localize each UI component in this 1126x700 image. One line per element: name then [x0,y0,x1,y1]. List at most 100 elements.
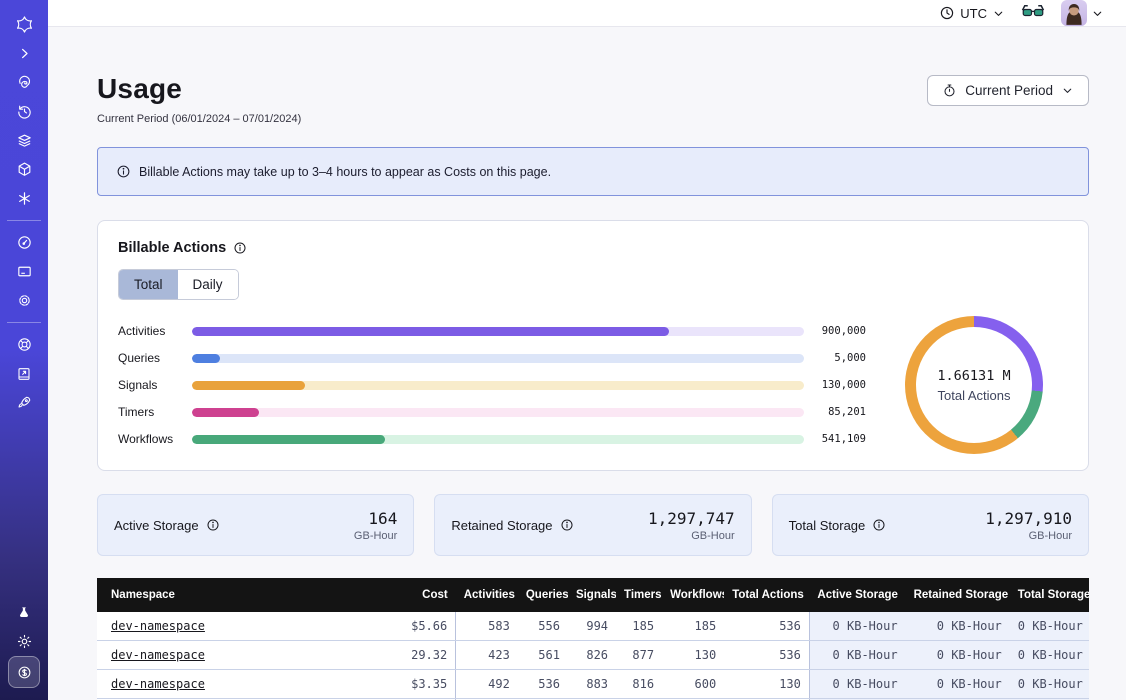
total-actions-donut: 1.66131 M Total Actions [905,316,1043,454]
bar-track [192,381,804,390]
total-storage-cell: 0 KB-Hour [1010,641,1089,670]
banner-text: Billable Actions may take up to 3–4 hour… [139,165,551,179]
queries-cell: 536 [518,670,568,699]
col-namespace: Namespace [97,578,378,612]
info-icon[interactable] [233,241,247,255]
table-row: dev-namespace $3.35 492 536 883 816 600 … [97,670,1089,699]
signals-cell: 826 [568,641,616,670]
info-icon[interactable] [560,518,574,532]
namespace-link[interactable]: dev-namespace [111,677,205,691]
feedback-glasses-button[interactable] [1021,3,1045,24]
bar-fill [192,381,305,390]
info-icon[interactable] [206,518,220,532]
table-row: dev-namespace $5.66 583 556 994 185 185 … [97,612,1089,641]
retained-storage-card: Retained Storage 1,297,747 GB-Hour [434,494,751,556]
col-workflows: Workflows [662,578,724,612]
queries-cell: 561 [518,641,568,670]
bar-label: Workflows [118,432,192,446]
storage-card-unit: GB-Hour [648,530,735,542]
page-subtitle: Current Period (06/01/2024 – 07/01/2024) [97,113,301,125]
chevron-down-icon [1061,84,1074,97]
total-storage-cell: 0 KB-Hour [1010,670,1089,699]
rocket-icon[interactable] [9,388,39,417]
col-queries: Queries [518,578,568,612]
flask-icon[interactable] [9,598,39,627]
active-storage-cell: 0 KB-Hour [809,670,905,699]
bar-fill [192,408,259,417]
info-icon [116,164,131,179]
bar-row-workflows: Workflows 541,109 [118,426,866,453]
bar-track [192,435,804,444]
storage-card-label: Active Storage [114,518,199,533]
retained-storage-cell: 0 KB-Hour [906,670,1010,699]
bar-row-signals: Signals 130,000 [118,372,866,399]
active-storage-cell: 0 KB-Hour [809,612,905,641]
period-button-label: Current Period [965,83,1053,98]
bar-row-timers: Timers 85,201 [118,399,866,426]
activities-cell: 423 [456,641,518,670]
tab-total[interactable]: Total [119,270,178,299]
credit-card-icon[interactable] [9,257,39,286]
table-row: dev-namespace 29.32 423 561 826 877 130 … [97,641,1089,670]
total-actions-cell: 536 [724,612,809,641]
col-cost: Cost [378,578,456,612]
timezone-selector[interactable]: UTC [939,5,1005,21]
dollar-coin-icon[interactable] [8,656,40,688]
donut-total-value: 1.66131 M [937,368,1010,384]
sidebar-divider [7,322,41,323]
namespace-link[interactable]: dev-namespace [111,619,205,633]
spiral-icon[interactable] [9,68,39,97]
asterisk-icon[interactable] [9,184,39,213]
namespace-link[interactable]: dev-namespace [111,648,205,662]
timezone-label: UTC [960,6,987,21]
info-banner: Billable Actions may take up to 3–4 hour… [97,147,1089,196]
billable-bar-chart: Activities 900,000 Queries 5,000 Signals… [118,318,880,453]
book-icon[interactable] [9,359,39,388]
activities-cell: 492 [456,670,518,699]
bar-label: Timers [118,405,192,419]
gauge-icon[interactable] [9,228,39,257]
bar-track [192,327,804,336]
col-active-storage: Active Storage [809,578,905,612]
bar-track [192,408,804,417]
activities-cell: 583 [456,612,518,641]
info-icon[interactable] [872,518,886,532]
retained-storage-cell: 0 KB-Hour [906,641,1010,670]
bar-fill [192,354,220,363]
workflows-cell: 185 [662,612,724,641]
billable-view-tabs: Total Daily [118,269,239,300]
workflows-cell: 600 [662,670,724,699]
timers-cell: 185 [616,612,662,641]
storage-card-label: Retained Storage [451,518,552,533]
retry-clock-icon[interactable] [9,97,39,126]
tab-daily[interactable]: Daily [178,270,238,299]
bar-label: Signals [118,378,192,392]
storage-card-unit: GB-Hour [354,530,397,542]
avatar [1061,0,1087,26]
cube-icon[interactable] [9,155,39,184]
period-selector-button[interactable]: Current Period [927,75,1089,106]
storage-card-value: 1,297,910 [985,509,1072,528]
signals-cell: 994 [568,612,616,641]
total-actions-cell: 130 [724,670,809,699]
bar-value: 541,109 [804,433,866,445]
lifebuoy-icon[interactable] [9,330,39,359]
workflows-cell: 130 [662,641,724,670]
clock-icon [939,5,955,21]
layers-icon[interactable] [9,126,39,155]
chevron-down-icon [1091,7,1104,20]
col-signals: Signals [568,578,616,612]
bar-track [192,354,804,363]
billable-actions-card: Billable Actions Total Daily Activities … [97,220,1089,471]
total-storage-cell: 0 KB-Hour [1010,612,1089,641]
sidebar-expand-chevron-icon[interactable] [9,39,39,68]
sun-icon[interactable] [9,627,39,656]
storage-card-value: 164 [354,509,397,528]
bar-label: Queries [118,351,192,365]
temporal-logo-icon[interactable] [9,10,39,39]
gear-icon[interactable] [9,286,39,315]
timers-cell: 816 [616,670,662,699]
account-menu[interactable] [1061,0,1104,26]
bar-fill [192,327,669,336]
col-timers: Timers [616,578,662,612]
